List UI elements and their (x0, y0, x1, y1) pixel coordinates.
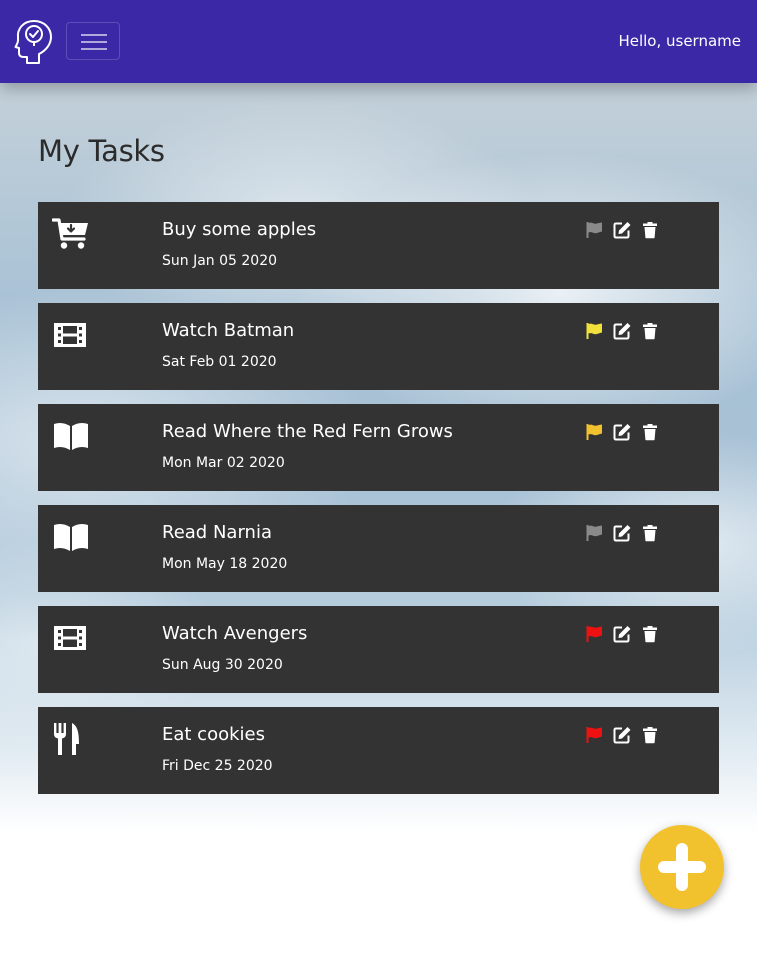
task-title: Buy some apples (162, 219, 317, 240)
trash-icon[interactable] (641, 625, 659, 643)
edit-icon[interactable] (613, 221, 631, 239)
task-date: Sun Aug 30 2020 (162, 657, 283, 673)
cart-icon (51, 216, 90, 252)
film-icon (52, 317, 90, 353)
priority-flag-icon[interactable] (585, 726, 603, 744)
task-actions (585, 625, 659, 645)
trash-icon[interactable] (641, 524, 659, 542)
task-title: Watch Avengers (162, 623, 308, 644)
priority-flag-icon[interactable] (585, 625, 603, 643)
task-actions (585, 726, 659, 746)
task-row[interactable]: Read Narnia Mon May 18 2020 (38, 505, 719, 592)
task-row[interactable]: Read Where the Red Fern Grows Mon Mar 02 … (38, 404, 719, 491)
edit-icon[interactable] (613, 322, 631, 340)
hamburger-icon (81, 34, 107, 36)
menu-toggle-button[interactable] (66, 22, 120, 60)
priority-flag-icon[interactable] (585, 423, 603, 441)
trash-icon[interactable] (641, 221, 659, 239)
task-row[interactable]: Eat cookies Fri Dec 25 2020 (38, 707, 719, 794)
task-actions (585, 322, 659, 342)
page-title: My Tasks (38, 134, 165, 168)
task-row[interactable]: Watch Batman Sat Feb 01 2020 (38, 303, 719, 390)
task-date: Sun Jan 05 2020 (162, 253, 278, 269)
task-title: Watch Batman (162, 320, 295, 341)
edit-icon[interactable] (613, 524, 631, 542)
trash-icon[interactable] (641, 726, 659, 744)
edit-icon[interactable] (613, 423, 631, 441)
task-actions (585, 423, 659, 443)
plus-icon-bar (658, 861, 706, 873)
navbar: Hello, username (0, 0, 757, 83)
hamburger-line (81, 41, 107, 43)
task-date: Fri Dec 25 2020 (162, 758, 273, 774)
user-greeting[interactable]: Hello, username (618, 32, 741, 50)
task-actions (585, 524, 659, 544)
task-date: Sat Feb 01 2020 (162, 354, 277, 370)
priority-flag-icon[interactable] (585, 524, 603, 542)
task-title: Read Narnia (162, 522, 272, 543)
task-list: Buy some apples Sun Jan 05 2020 Watch Batm… (38, 202, 719, 808)
task-title: Read Where the Red Fern Grows (162, 421, 453, 442)
trash-icon[interactable] (641, 322, 659, 340)
book-icon (52, 519, 90, 555)
head-check-logo-icon[interactable] (14, 18, 54, 64)
task-row[interactable]: Watch Avengers Sun Aug 30 2020 (38, 606, 719, 693)
add-task-button[interactable] (640, 825, 724, 909)
task-actions (585, 221, 659, 241)
priority-flag-icon[interactable] (585, 322, 603, 340)
task-date: Mon Mar 02 2020 (162, 455, 285, 471)
book-icon (52, 418, 90, 454)
priority-flag-icon[interactable] (585, 221, 603, 239)
edit-icon[interactable] (613, 625, 631, 643)
film-icon (52, 620, 90, 656)
task-row[interactable]: Buy some apples Sun Jan 05 2020 (38, 202, 719, 289)
trash-icon[interactable] (641, 423, 659, 441)
hamburger-line (81, 48, 107, 50)
edit-icon[interactable] (613, 726, 631, 744)
task-title: Eat cookies (162, 724, 265, 745)
task-date: Mon May 18 2020 (162, 556, 288, 572)
utensils-icon (52, 721, 90, 757)
